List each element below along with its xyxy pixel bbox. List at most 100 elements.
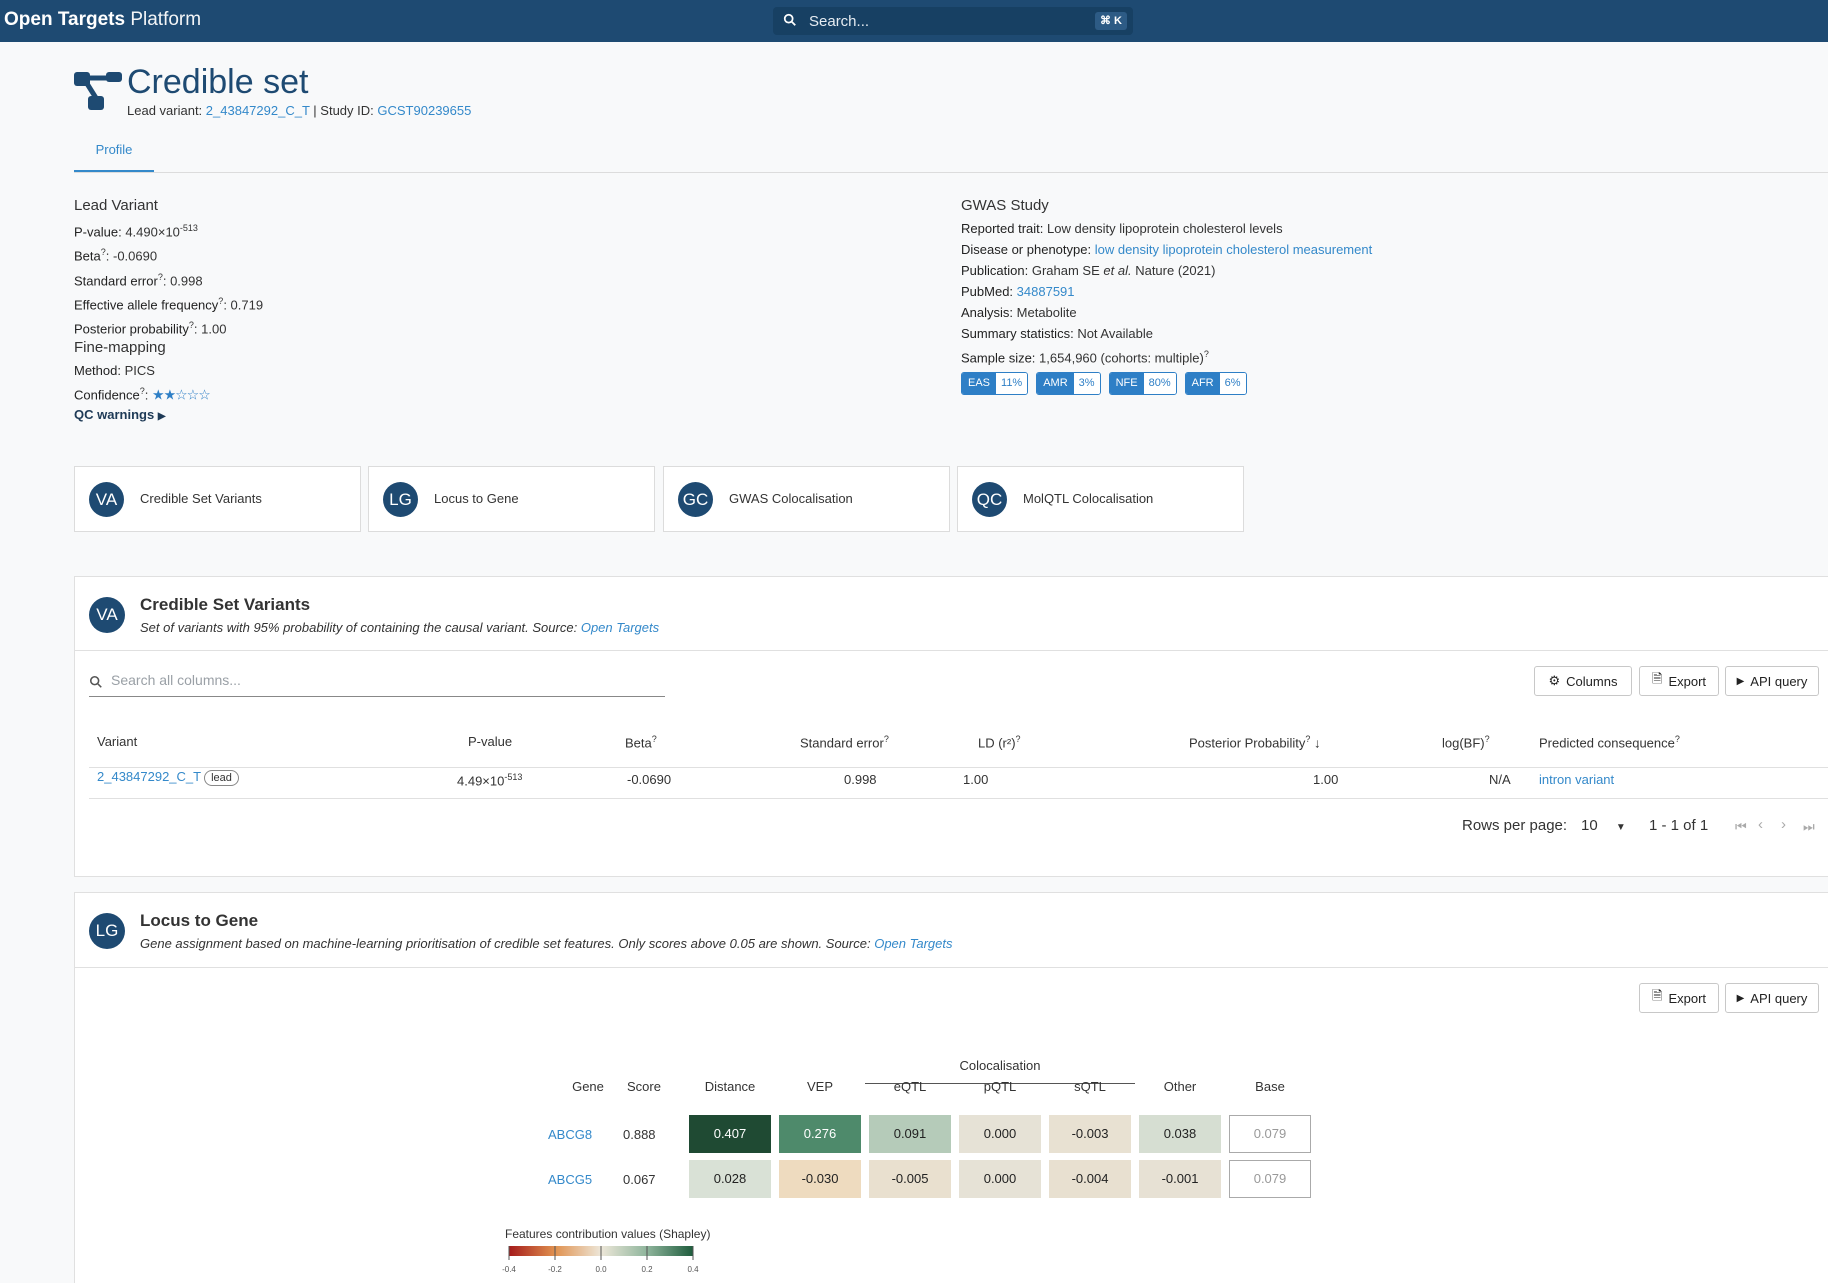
ancestry-chip[interactable]: EAS 11% [961,372,1029,396]
cell-ld: 1.00 [963,772,989,787]
table-search-input[interactable]: Search all columns... [89,667,665,697]
legend-tick-label: 0.0 [595,1265,607,1274]
legend-tick-label: -0.4 [502,1265,516,1274]
global-search[interactable]: Search... ⌘ K [773,7,1133,35]
help-icon[interactable]: ? [189,320,194,330]
study-id-link[interactable]: GCST90239655 [377,103,471,118]
widget-description: Set of variants with 95% probability of … [140,620,660,635]
disease-link[interactable]: low density lipoprotein cholesterol meas… [1095,242,1372,257]
column-header-pvalue[interactable]: P-value [468,734,512,749]
first-page-icon[interactable]: ⏮ [1735,819,1747,835]
section-avatar: GC [678,482,713,517]
section-card-gwas-colocalisation[interactable]: GC GWAS Colocalisation [663,466,950,532]
help-icon[interactable]: ? [1675,734,1680,744]
help-icon[interactable]: ? [218,296,223,306]
pubmed-link[interactable]: 34887591 [1017,284,1075,299]
help-icon[interactable]: ? [1016,734,1021,744]
posterior-probability-row: Posterior probability?: 1.00 [74,320,227,337]
widget-description: Gene assignment based on machine-learnin… [140,936,953,951]
lead-variant-link[interactable]: 2_43847292_C_T [206,103,310,118]
last-page-icon[interactable]: ⏭ [1803,819,1815,835]
section-avatar: VA [89,597,125,633]
sample-size-row: Sample size: 1,654,960 (cohorts: multipl… [961,349,1209,366]
section-avatar: VA [89,482,124,517]
help-icon[interactable]: ? [158,272,163,282]
lead-variant-heading: Lead Variant [74,197,158,214]
export-button[interactable]: 🗎 Export [1639,983,1719,1013]
legend-tick-label: 0.2 [641,1265,653,1274]
column-header-variant[interactable]: Variant [97,734,137,749]
api-query-button[interactable]: ▶ API query [1725,666,1819,696]
help-icon[interactable]: ? [1305,734,1310,744]
variant-link[interactable]: 2_43847292_C_T [97,769,201,784]
help-icon[interactable]: ? [1485,734,1490,744]
section-card-molqtl-colocalisation[interactable]: QC MolQTL Colocalisation [957,466,1244,532]
eaf-row: Effective allele frequency?: 0.719 [74,295,264,313]
api-query-button[interactable]: ▶ API query [1725,983,1819,1013]
l2g-score: 0.067 [623,1172,656,1187]
platform-logo[interactable]: Open Targets Platform [4,9,201,31]
sqtl-cell: -0.004 [1049,1160,1131,1198]
qc-warnings-toggle[interactable]: QC warnings ▶ [74,407,210,422]
gene-link[interactable]: ABCG5 [548,1172,592,1187]
disease-row: Disease or phenotype: low density lipopr… [961,242,1373,257]
column-header-posterior-probability[interactable]: Posterior Probability? ↓ [1189,734,1320,750]
page-title: Credible set [127,63,309,101]
method-row: Method: PICS [74,363,155,378]
tab-profile[interactable]: Profile [74,138,154,172]
section-card-credible-set-variants[interactable]: VA Credible Set Variants [74,466,361,532]
column-header-other: Other [1163,1079,1197,1094]
section-avatar: LG [89,913,125,949]
gwas-study-heading: GWAS Study [961,197,1049,214]
help-icon[interactable]: ? [140,386,145,396]
credible-set-variants-widget: VA Credible Set Variants Set of variants… [74,576,1828,877]
column-header-standard-error[interactable]: Standard error? [800,734,889,750]
section-avatar: QC [972,482,1007,517]
column-header-ld[interactable]: LD (r²)? [978,734,1021,750]
gene-link[interactable]: ABCG8 [548,1127,592,1142]
reported-trait-row: Reported trait: Low density lipoprotein … [961,221,1283,236]
help-icon[interactable]: ? [1204,349,1209,359]
file-icon: 🗎 [1651,988,1663,1003]
prev-page-icon[interactable]: ‹ [1758,816,1763,833]
source-link[interactable]: Open Targets [581,620,659,635]
column-header-logbf[interactable]: log(BF)? [1442,734,1490,750]
confidence-row: Confidence?: ★★☆☆☆ [74,386,211,403]
section-card-locus-to-gene[interactable]: LG Locus to Gene [368,466,655,532]
analysis-row: Analysis: Metabolite [961,305,1077,320]
source-link[interactable]: Open Targets [874,936,952,951]
pvalue-row: P-value: 4.490×10-513 [74,223,198,240]
page-range: 1 - 1 of 1 [1649,817,1709,834]
ancestry-chip[interactable]: NFE 80% [1108,372,1177,396]
rows-per-page-label: Rows per page: [1462,817,1568,834]
rows-per-page-select[interactable]: 10 ▼ [1581,817,1626,834]
column-header-gene: Gene [572,1079,604,1094]
fine-mapping-heading: Fine-mapping [74,339,166,356]
help-icon[interactable]: ? [884,734,889,744]
sqtl-cell: -0.003 [1049,1115,1131,1153]
column-header-predicted-consequence[interactable]: Predicted consequence? [1539,734,1680,750]
column-header-vep: VEP [806,1079,833,1094]
column-header-distance: Distance [704,1079,756,1094]
ancestry-chip[interactable]: AMR 3% [1036,372,1101,396]
lead-variant-section: Lead Variant P-value: 4.490×10-513 Beta?… [74,197,263,340]
consequence-link[interactable]: intron variant [1539,772,1614,787]
column-header-beta[interactable]: Beta? [625,734,657,750]
cell-pvalue: 4.49×10-513 [457,772,523,789]
file-icon: 🗎 [1651,671,1663,686]
columns-button[interactable]: ⚙ Columns [1534,666,1632,696]
cell-posterior-probability: 1.00 [1313,772,1339,787]
export-button[interactable]: 🗎 Export [1639,666,1719,696]
column-header-pqtl: pQTL [983,1079,1017,1094]
help-icon[interactable]: ? [101,247,106,257]
help-icon[interactable]: ? [652,734,657,744]
next-page-icon[interactable]: › [1781,816,1786,833]
pqtl-cell: 0.000 [959,1115,1041,1153]
cell-consequence: intron variant [1539,772,1614,787]
ancestry-chip[interactable]: AFR 6% [1184,372,1247,396]
summary-stats-row: Summary statistics: Not Available [961,326,1153,341]
column-header-sqtl: sQTL [1074,1079,1106,1094]
vep-cell: -0.030 [779,1160,861,1198]
publication-row: Publication: Graham SE et al. Nature (20… [961,263,1216,278]
header-divider [74,172,1828,173]
